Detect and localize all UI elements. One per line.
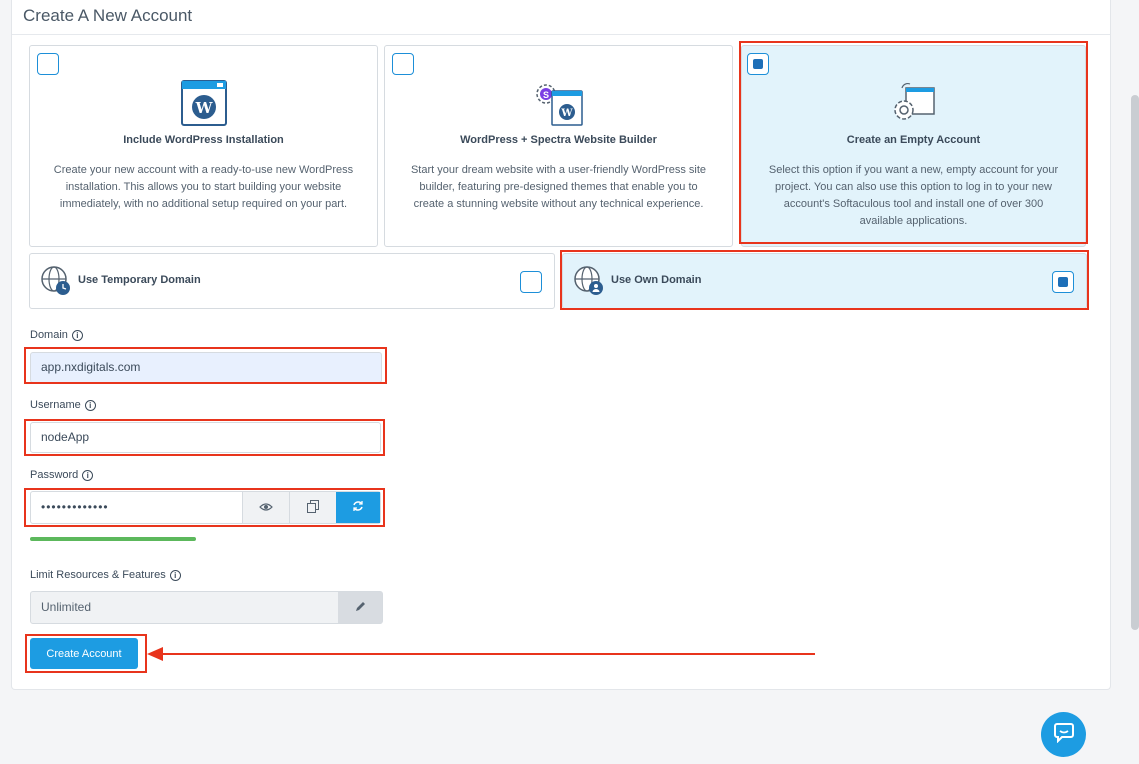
spectra-builder-icon: S W (532, 82, 586, 133)
option-description: Start your dream website with a user-fri… (410, 164, 707, 210)
option-wordpress-checkbox[interactable] (37, 53, 59, 75)
page-scrollbar[interactable] (1131, 95, 1139, 630)
info-icon[interactable]: i (82, 469, 94, 481)
globe-user-icon (573, 265, 605, 302)
chat-bubble-icon (1053, 721, 1075, 748)
copy-password-button[interactable] (289, 492, 336, 523)
title-divider (12, 34, 1110, 35)
option-description: Create your new account with a ready-to-… (53, 164, 354, 210)
option-empty-checkbox[interactable] (747, 53, 769, 75)
info-icon[interactable]: i (84, 399, 96, 411)
option-title: Include WordPress Installation (123, 134, 284, 146)
password-label-text: Password (30, 469, 79, 481)
limit-resources-field: Unlimited (30, 591, 383, 624)
svg-text:S: S (542, 90, 548, 100)
copy-icon (307, 499, 319, 516)
create-account-button[interactable]: Create Account (30, 638, 138, 669)
domain-option-temporary[interactable]: Use Temporary Domain (29, 253, 555, 309)
refresh-icon (352, 500, 364, 515)
svg-text:W: W (194, 99, 213, 117)
info-icon[interactable]: i (169, 569, 181, 581)
username-label: Username i (30, 399, 96, 411)
wordpress-window-icon: W (180, 80, 227, 131)
option-spectra-checkbox[interactable] (392, 53, 414, 75)
username-input[interactable]: nodeApp (30, 422, 381, 453)
limit-label: Limit Resources & Features i (30, 569, 181, 581)
limit-resources-value: Unlimited (41, 600, 92, 614)
pencil-icon (355, 600, 366, 615)
option-description: Select this option if you want a new, em… (768, 164, 1059, 227)
option-title: Create an Empty Account (846, 134, 981, 146)
svg-text:W: W (560, 108, 573, 119)
annotation-arrow-line (160, 653, 815, 655)
domain-label-text: Domain (30, 329, 68, 341)
chat-button[interactable] (1041, 712, 1086, 757)
globe-clock-icon (40, 265, 72, 302)
option-title: WordPress + Spectra Website Builder (460, 134, 657, 146)
eye-icon (259, 500, 273, 515)
temporary-domain-checkbox[interactable] (520, 271, 542, 293)
password-input[interactable]: ••••••••••••• (31, 492, 242, 523)
own-domain-checkbox[interactable] (1052, 271, 1074, 293)
option-include-wordpress[interactable]: W Include WordPress Installation Create … (29, 45, 378, 247)
domain-option-label: Use Temporary Domain (78, 274, 201, 286)
edit-limit-button[interactable] (338, 592, 382, 623)
domain-option-label: Use Own Domain (611, 274, 702, 286)
domain-option-own[interactable]: Use Own Domain (562, 253, 1087, 309)
option-empty-account[interactable]: Create an Empty Account Select this opti… (741, 45, 1086, 247)
annotation-arrow-head (147, 647, 163, 661)
password-label: Password i (30, 469, 94, 481)
page-title: Create A New Account (23, 6, 193, 25)
option-wordpress-spectra[interactable]: S W WordPress + Spectra Website Builder … (384, 45, 733, 247)
domain-label: Domain i (30, 329, 83, 341)
password-strength-bar (30, 537, 196, 541)
username-label-text: Username (30, 399, 81, 411)
password-field-group: ••••••••••••• (30, 491, 381, 524)
generate-password-button[interactable] (336, 492, 380, 523)
empty-account-gear-icon (890, 80, 938, 129)
show-password-button[interactable] (242, 492, 289, 523)
info-icon[interactable]: i (71, 329, 83, 341)
domain-input[interactable]: app.nxdigitals.com (30, 352, 382, 383)
limit-label-text: Limit Resources & Features (30, 569, 166, 581)
